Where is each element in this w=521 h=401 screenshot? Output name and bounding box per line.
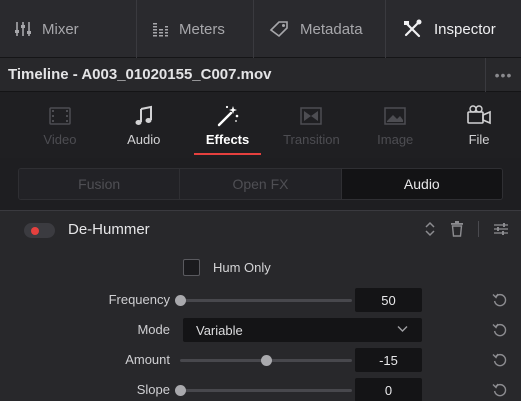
frequency-slider[interactable] [175,295,352,306]
slope-reset-icon[interactable] [492,382,508,398]
subtab-audio[interactable]: Audio [341,169,502,199]
effects-sub-tabs: Fusion Open FX Audio [18,168,503,200]
effect-name: De-Hummer [68,221,150,238]
tab-audio[interactable]: Audio [102,92,186,158]
mixer-icon [14,21,32,37]
meters-button[interactable]: Meters [137,0,254,58]
tab-video[interactable]: Video [18,92,102,158]
tab-file-label: File [468,132,490,147]
tab-audio-label: Audio [127,132,161,147]
transition-icon [299,104,323,128]
frequency-reset-icon[interactable] [492,292,508,308]
tab-effects[interactable]: Effects [186,92,270,158]
clip-title: Timeline - A003_01020155_C007.mov [8,66,272,83]
tab-effects-label: Effects [205,132,250,147]
chevron-down-icon [397,325,408,333]
mixer-button[interactable]: Mixer [0,0,137,58]
settings-sliders-icon[interactable] [493,221,509,237]
mode-row: Mode Variable [0,318,521,342]
frequency-label: Frequency [108,292,170,307]
amount-label: Amount [125,352,170,367]
slope-slider-knob[interactable] [175,385,186,396]
frequency-row: Frequency 50 [0,288,521,312]
expand-collapse-icon[interactable] [424,220,436,238]
mode-label: Mode [137,322,170,337]
music-note-icon [134,104,154,128]
metadata-button[interactable]: Metadata [254,0,386,58]
mode-selected-value: Variable [196,322,243,338]
hum-only-label: Hum Only [213,260,271,275]
clip-title-bar: Timeline - A003_01020155_C007.mov ••• [0,58,521,92]
inspector-label: Inspector [434,20,496,38]
amount-row: Amount -15 [0,348,521,372]
meters-label: Meters [179,20,225,38]
video-frame-icon [48,104,72,128]
tab-transition[interactable]: Transition [269,92,353,158]
subtab-fusion[interactable]: Fusion [19,169,181,199]
amount-reset-icon[interactable] [492,352,508,368]
subtab-open-fx[interactable]: Open FX [180,169,342,199]
top-toolbar: Mixer Meters Metadata Inspector [0,0,521,58]
tab-transition-label: Transition [283,132,340,147]
amount-slider-knob[interactable] [261,355,272,366]
tab-video-label: Video [43,132,77,147]
slope-value-field[interactable]: 0 [355,378,422,401]
slope-row: Slope 0 [0,378,521,401]
file-camera-icon [465,104,493,128]
meters-icon [151,20,169,38]
inspector-category-tabs: Video Audio Effects Transition Image Fil… [0,92,521,158]
effect-header-actions [410,220,509,238]
amount-slider[interactable] [180,355,352,366]
mode-dropdown[interactable]: Variable [183,318,422,342]
image-icon [383,104,407,128]
frequency-slider-knob[interactable] [175,295,186,306]
tab-file[interactable]: File [437,92,521,158]
metadata-label: Metadata [300,20,363,38]
magic-wand-icon [216,104,240,128]
tab-image-label: Image [377,132,414,147]
frequency-value-field[interactable]: 50 [355,288,422,312]
header-divider [478,221,479,237]
inspector-button[interactable]: Inspector [386,0,521,58]
slope-label: Slope [136,382,170,397]
effect-header: De-Hummer [0,211,521,249]
trash-icon[interactable] [450,221,464,237]
de-hummer-panel: De-Hummer Hum Only Frequency 50 Mode Var… [0,210,521,401]
mixer-label: Mixer [42,20,79,38]
effect-enable-toggle[interactable] [24,223,55,238]
slope-slider[interactable] [175,385,352,396]
inspector-tools-icon [402,19,424,39]
mode-reset-icon[interactable] [492,322,508,338]
amount-value-field[interactable]: -15 [355,348,422,372]
toggle-indicator [31,226,39,235]
tab-image[interactable]: Image [353,92,437,158]
metadata-tag-icon [268,20,290,38]
more-options-button[interactable]: ••• [485,58,521,92]
hum-only-checkbox[interactable] [183,259,200,276]
